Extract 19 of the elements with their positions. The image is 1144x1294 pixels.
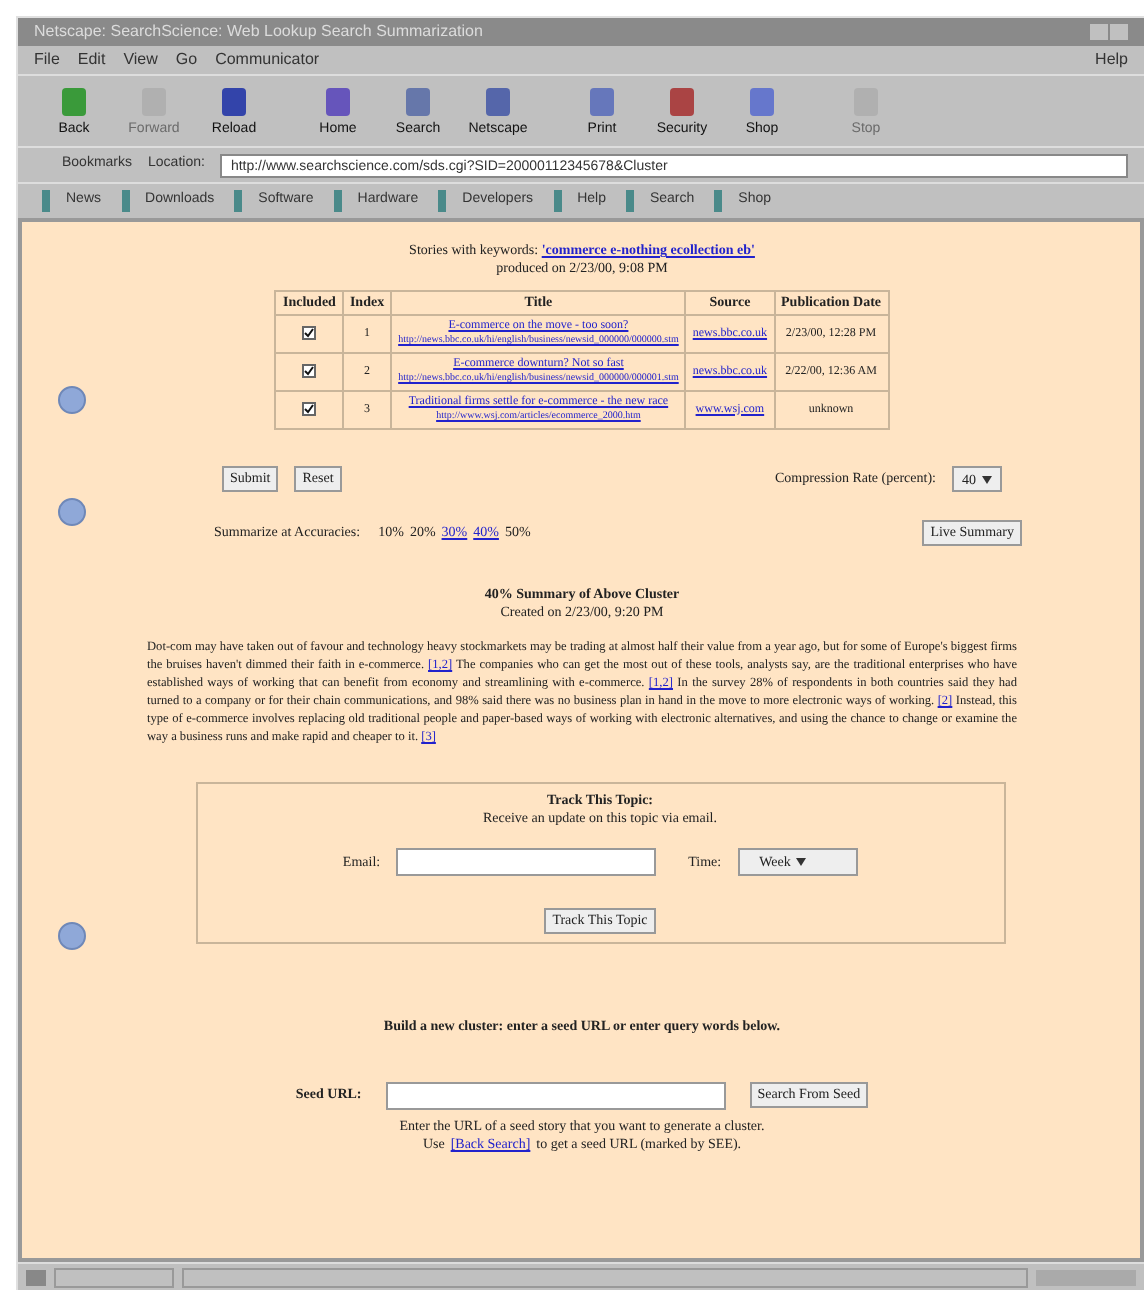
menu-item[interactable]: Go bbox=[175, 48, 198, 72]
checkbox[interactable] bbox=[302, 401, 317, 415]
security-icon bbox=[26, 1269, 46, 1285]
status-field bbox=[54, 1267, 174, 1287]
caret-icon bbox=[982, 476, 992, 485]
menu-item[interactable]: File bbox=[34, 48, 60, 72]
window-title: Netscape: SearchScience: Web Lookup Search Summarization bbox=[34, 20, 483, 44]
caret-icon bbox=[796, 858, 807, 867]
checkbox[interactable] bbox=[302, 363, 317, 377]
checkbox[interactable] bbox=[302, 325, 317, 339]
menu-item[interactable]: Help bbox=[1095, 48, 1128, 72]
menu-item[interactable]: Communicator bbox=[215, 48, 320, 72]
menu-item[interactable]: Edit bbox=[77, 48, 106, 72]
menu-item[interactable]: View bbox=[123, 48, 158, 72]
seed-url-field[interactable] bbox=[385, 1081, 726, 1109]
globe-icon bbox=[58, 922, 86, 950]
globe-icon bbox=[58, 386, 86, 414]
globe-icon bbox=[58, 498, 86, 526]
email-field[interactable] bbox=[396, 848, 657, 876]
